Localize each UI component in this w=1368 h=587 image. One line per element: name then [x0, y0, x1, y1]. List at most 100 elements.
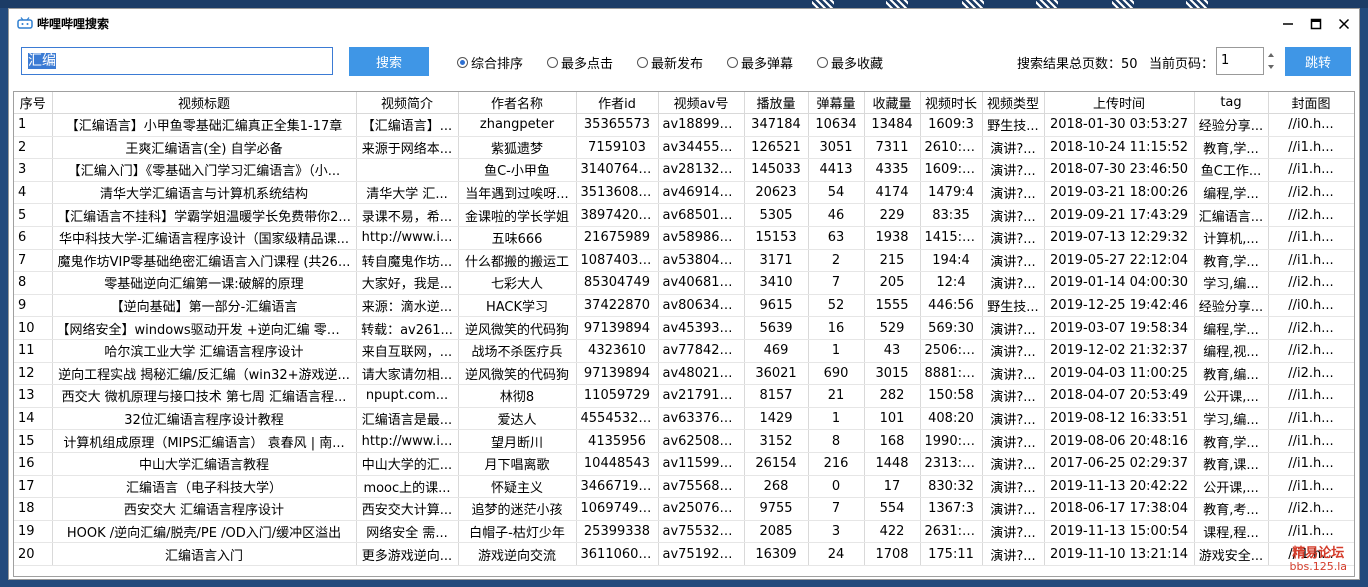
- table-cell: 690: [808, 362, 865, 386]
- table-row[interactable]: 19 HOOK /逆向汇编/脱壳/PE /OD入门/缓冲区溢出 网络安全 需... 白…: [14, 520, 1354, 544]
- column-header[interactable]: 收藏量: [864, 92, 921, 114]
- table-row[interactable]: 8 零基础逆向汇编第一课:破解的原理 大家好，我是... 七彩大人 85304749 av…: [14, 271, 1354, 295]
- sort-radio-comprehensive[interactable]: 综合排序: [457, 53, 523, 72]
- column-header[interactable]: 弹幕量: [808, 92, 865, 114]
- search-toolbar: 汇编 搜索 综合排序 最多点击 最新发布 最多弹幕 最多收藏 搜索结果总页数：5…: [9, 39, 1359, 91]
- column-header[interactable]: 视频av号: [658, 92, 745, 114]
- column-header[interactable]: 视频标题: [52, 92, 357, 114]
- column-header[interactable]: 视频时长: [920, 92, 983, 114]
- table-row[interactable]: 4 清华大学汇编语言与计算机系统结构 清华大学 汇... 当年遇到过唉呀... 3513…: [14, 181, 1354, 205]
- title-bar[interactable]: 哔哩哔哩搜索: [9, 9, 1359, 39]
- maximize-button[interactable]: [1301, 13, 1331, 35]
- table-cell: 83:35: [920, 203, 983, 227]
- table-row[interactable]: 11 哈尔滨工业大学 汇编语言程序设计 来自互联网，... 战场不杀医疗兵 432361…: [14, 339, 1354, 363]
- spinner-arrows-icon[interactable]: [1265, 47, 1277, 75]
- sort-radio-most-clicks[interactable]: 最多点击: [547, 53, 613, 72]
- desktop-tile: [962, 0, 984, 8]
- table-row[interactable]: 7 魔鬼作坊VIP零基础绝密汇编语言入门课程 (共26... 转自魔鬼作坊... 什么…: [14, 249, 1354, 273]
- table-cell: 7311: [864, 136, 921, 160]
- column-header[interactable]: 视频类型: [982, 92, 1045, 114]
- table-cell: 529: [864, 316, 921, 340]
- table-cell: 野生技...: [982, 294, 1045, 318]
- desktop-tile: [812, 0, 834, 8]
- table-cell: av53804918: [658, 249, 745, 273]
- table-cell: 大家好，我是...: [356, 271, 459, 295]
- table-row[interactable]: 15 计算机组成原理（MIPS汇编语言） 袁春风 | 南... http://www…: [14, 429, 1354, 453]
- table-cell: 13: [14, 384, 53, 408]
- table-row[interactable]: 17 汇编语言（电子科技大学） mooc上的课... 怀疑主义 346671975 av7…: [14, 475, 1354, 499]
- table-cell: 10634: [808, 113, 865, 137]
- table-row[interactable]: 13 西交大 微机原理与接口技术 第七周 汇编语言程... npupt.com...…: [14, 384, 1354, 408]
- page-number-input[interactable]: 1: [1216, 47, 1264, 75]
- column-header[interactable]: 视频简介: [356, 92, 459, 114]
- table-cell: 63: [808, 226, 865, 250]
- table-cell: 演讲?...: [982, 497, 1045, 521]
- table-cell: 52: [808, 294, 865, 318]
- radio-unselected-icon: [547, 57, 558, 68]
- table-cell: 计算机,...: [1194, 226, 1269, 250]
- table-cell: 2019-08-12 16:33:51: [1044, 407, 1195, 431]
- search-button[interactable]: 搜索: [349, 47, 429, 76]
- sort-radio-most-favorites[interactable]: 最多收藏: [817, 53, 883, 72]
- table-cell: 8: [14, 271, 53, 295]
- column-header[interactable]: 播放量: [744, 92, 809, 114]
- table-cell: 1367:3: [920, 497, 983, 521]
- table-cell: 4: [14, 181, 53, 205]
- table-cell: 2019-03-07 19:58:34: [1044, 316, 1195, 340]
- sort-radio-most-danmaku[interactable]: 最多弹幕: [727, 53, 793, 72]
- table-row[interactable]: 10 【网络安全】windows驱动开发 +逆向汇编 零基... 转载：av261.…: [14, 316, 1354, 340]
- column-header[interactable]: tag: [1194, 92, 1269, 114]
- table-cell: 追梦的迷茫小孩: [458, 497, 577, 521]
- table-cell: 16309: [744, 542, 809, 566]
- table-row[interactable]: 18 西安交大 汇编语言程序设计 西安交大计算... 追梦的迷茫小孩 106974934…: [14, 497, 1354, 521]
- table-cell: 2: [14, 136, 53, 160]
- column-header[interactable]: 作者名称: [458, 92, 577, 114]
- table-cell: //i1.h...: [1268, 407, 1354, 431]
- table-cell: av28132657: [658, 158, 745, 182]
- column-header[interactable]: 作者id: [576, 92, 659, 114]
- table-row[interactable]: 5 【汇编语言不挂科】学霸学姐温暖学长免费带你2... 录课不易，希... 金课啦的学…: [14, 203, 1354, 227]
- table-cell: 清华大学汇编语言与计算机系统结构: [52, 181, 357, 205]
- search-input[interactable]: 汇编: [21, 47, 333, 75]
- table-cell: 月下唱离歌: [458, 452, 577, 476]
- table-row[interactable]: 20 汇编语言入门 更多游戏逆向... 游戏逆向交流 361106092 av751926…: [14, 542, 1354, 566]
- table-cell: 106974934: [576, 497, 659, 521]
- table-cell: av58986670: [658, 226, 745, 250]
- table-cell: 4413: [808, 158, 865, 182]
- table-cell: [356, 158, 459, 182]
- table-row[interactable]: 14 32位汇编语言程序设计教程 汇编语言是最... 爱达人 455453278 av63…: [14, 407, 1354, 431]
- table-cell: 经验分享...: [1194, 294, 1269, 318]
- table-cell: 0: [808, 475, 865, 499]
- table-cell: //i1.h...: [1268, 520, 1354, 544]
- table-cell: 清华大学 汇...: [356, 181, 459, 205]
- table-cell: 2506:16: [920, 339, 983, 363]
- jump-button[interactable]: 跳转: [1285, 47, 1351, 76]
- table-row[interactable]: 9 【逆向基础】第一部分-汇编语言 来源：滴水逆... HACK学习 37422870 a…: [14, 294, 1354, 318]
- sort-radio-newest[interactable]: 最新发布: [637, 53, 703, 72]
- close-button[interactable]: [1329, 13, 1359, 35]
- table-row[interactable]: 12 逆向工程实战 揭秘汇编/反汇编（win32+游戏逆... 请大家请勿相... 逆…: [14, 362, 1354, 386]
- table-cell: 37422870: [576, 294, 659, 318]
- table-cell: 华中科技大学-汇编语言程序设计（国家级精品课...: [52, 226, 357, 250]
- table-row[interactable]: 1 【汇编语言】小甲鱼零基础汇编真正全集1-17章 【汇编语言】... zhangpe…: [14, 113, 1354, 137]
- table-cell: av34455803: [658, 136, 745, 160]
- table-cell: 1: [808, 407, 865, 431]
- table-row[interactable]: 16 中山大学汇编语言教程 中山大学的汇... 月下唱离歌 10448543 av1159…: [14, 452, 1354, 476]
- table-cell: 12:4: [920, 271, 983, 295]
- table-cell: 108740344: [576, 249, 659, 273]
- table-cell: 野生技...: [982, 113, 1045, 137]
- table-cell: //i1.h...: [1268, 475, 1354, 499]
- column-header[interactable]: 上传时间: [1044, 92, 1195, 114]
- table-row[interactable]: 6 华中科技大学-汇编语言程序设计（国家级精品课... http://www.i..…: [14, 226, 1354, 250]
- table-cell: //i2.h...: [1268, 339, 1354, 363]
- table-row[interactable]: 3 【汇编入门】《零基础入门学习汇编语言》（小... 鱼C-小甲鱼 314076440…: [14, 158, 1354, 182]
- table-cell: 公开课,...: [1194, 475, 1269, 499]
- table-cell: 演讲?...: [982, 316, 1045, 340]
- minimize-button[interactable]: [1273, 13, 1303, 35]
- table-row[interactable]: 2 王爽汇编语言(全) 自学必备 来源于网络本... 紫狐遗梦 7159103 av344…: [14, 136, 1354, 160]
- radio-unselected-icon: [727, 57, 738, 68]
- column-header[interactable]: 封面图: [1268, 92, 1354, 114]
- table-cell: 演讲?...: [982, 158, 1045, 182]
- column-header[interactable]: 序号: [14, 92, 53, 114]
- table-cell: 15153: [744, 226, 809, 250]
